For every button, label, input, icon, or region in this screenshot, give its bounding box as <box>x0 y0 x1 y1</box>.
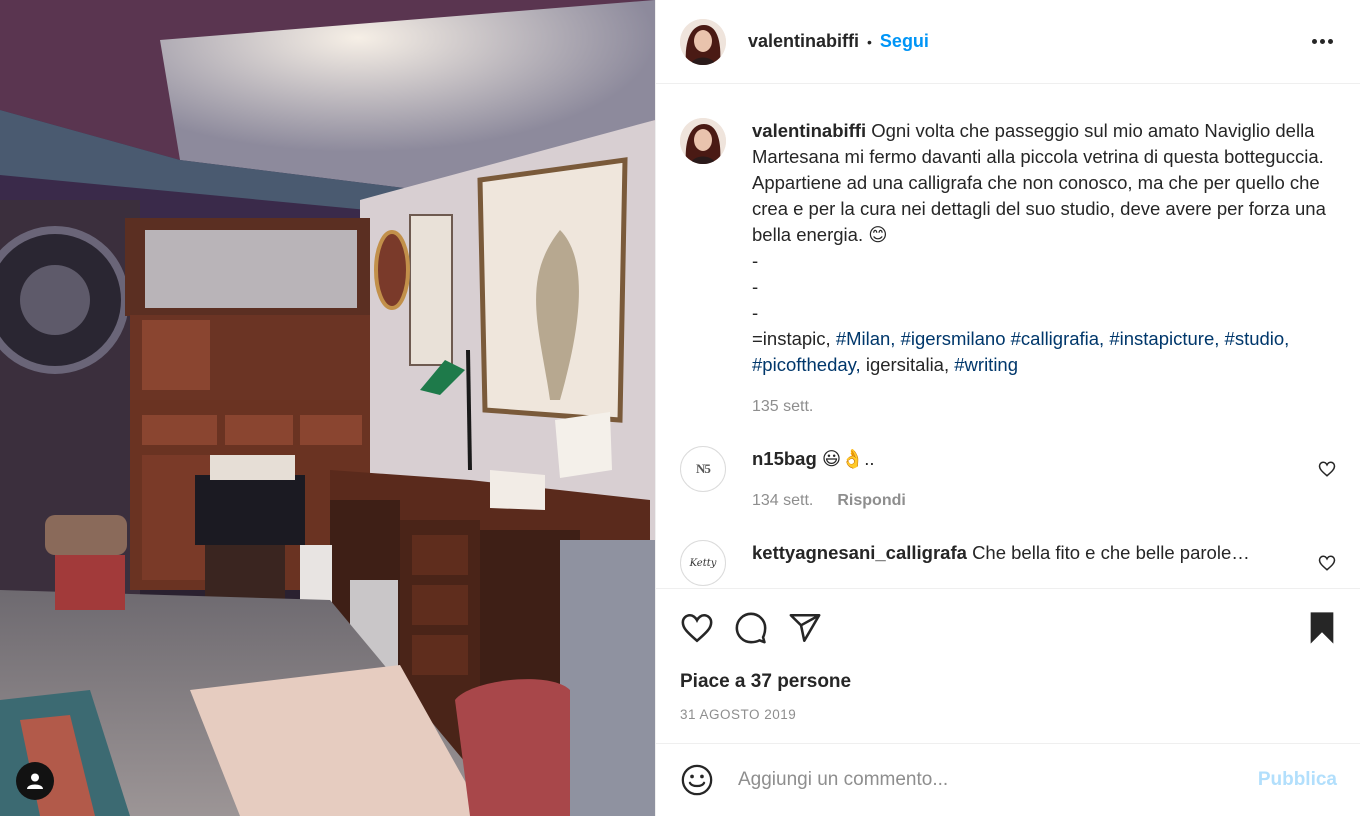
post-date[interactable]: 31 AGOSTO 2019 <box>680 707 1337 722</box>
hashtag-link[interactable]: #picoftheday, <box>752 354 861 375</box>
comment-meta: 134 sett. Rispondi <box>752 492 1336 510</box>
share-button[interactable] <box>788 611 822 645</box>
comment-like-heart-icon[interactable] <box>1318 460 1336 478</box>
hashtag-link[interactable]: #igersmilano <box>901 328 1006 349</box>
avatar[interactable] <box>680 118 726 164</box>
publish-button[interactable]: Pubblica <box>1258 769 1337 791</box>
caption-row: valentinabiffi Ogni volta che passeggio … <box>680 118 1336 416</box>
profile-photo-icon <box>680 118 726 164</box>
add-comment-bar: Pubblica <box>656 743 1360 816</box>
comment-time[interactable]: 134 sett. <box>752 492 813 509</box>
calligraphy-studio-photo <box>0 0 655 816</box>
comment-username[interactable]: n15bag <box>752 448 817 469</box>
comment-body: 😃👌.. <box>821 448 875 469</box>
user-icon <box>27 773 43 789</box>
like-button[interactable] <box>680 611 714 645</box>
post-photo[interactable] <box>0 0 655 816</box>
comment-username[interactable]: kettyagnesani_calligrafa <box>752 542 967 563</box>
caption-text: valentinabiffi Ogni volta che passeggio … <box>752 118 1336 378</box>
caption-word: igersitalia, <box>865 354 950 375</box>
comment-text: n15bag 😃👌.. <box>752 446 1336 472</box>
bookmark-icon <box>1310 612 1334 644</box>
comment-item: N5 n15bag 😃👌.. 134 sett. Rispondi <box>680 446 1336 510</box>
emoji-icon[interactable] <box>680 763 714 797</box>
avatar[interactable] <box>680 18 726 65</box>
follow-button[interactable]: Segui <box>880 31 929 52</box>
caption-dash: - <box>752 302 759 323</box>
comment-button[interactable] <box>734 611 768 645</box>
caption-word: =instapic, <box>752 328 831 349</box>
separator-dot: • <box>867 33 872 50</box>
commenter-logo: Ketty <box>689 557 717 569</box>
caption-username[interactable]: valentinabiffi <box>752 120 866 141</box>
hashtag-link[interactable]: #instapicture, <box>1109 328 1219 349</box>
post-actions: Piace a 37 persone 31 AGOSTO 2019 <box>656 588 1360 743</box>
commenter-logo: N5 <box>696 461 711 476</box>
comment-text: kettyagnesani_calligrafa Che bella fito … <box>752 540 1336 566</box>
comment-icon <box>735 612 767 644</box>
hashtag-link[interactable]: #calligrafia, <box>1011 328 1105 349</box>
profile-photo-icon <box>680 18 726 65</box>
comment-body: Che bella fito e che belle parole… <box>972 542 1250 563</box>
heart-icon <box>681 613 713 643</box>
avatar[interactable]: Ketty <box>680 540 726 586</box>
caption-hashtags: =instapic, #Milan, #igersmilano #calligr… <box>752 326 1336 378</box>
share-icon <box>789 613 821 643</box>
avatar[interactable]: N5 <box>680 446 726 492</box>
caption-time[interactable]: 135 sett. <box>752 398 1336 416</box>
tagged-users-button[interactable] <box>16 762 54 800</box>
post-details-panel: valentinabiffi • Segui valentinabiffi Og… <box>655 0 1360 816</box>
comment-like-heart-icon[interactable] <box>1318 554 1336 572</box>
comment-item: Ketty kettyagnesani_calligrafa Che bella… <box>680 540 1336 586</box>
post-author-username[interactable]: valentinabiffi <box>748 31 859 52</box>
action-icons <box>680 609 1337 647</box>
hashtag-link[interactable]: #Milan, <box>836 328 896 349</box>
comments-section: valentinabiffi Ogni volta che passeggio … <box>656 84 1360 588</box>
likes-count[interactable]: Piace a 37 persone <box>680 671 1337 693</box>
more-options-icon[interactable] <box>1308 30 1336 54</box>
caption-dash: - <box>752 250 759 271</box>
caption-dash: - <box>752 276 759 297</box>
comment-input[interactable] <box>738 769 1258 791</box>
reply-button[interactable]: Rispondi <box>837 492 905 509</box>
save-button[interactable] <box>1307 611 1337 645</box>
hashtag-link[interactable]: #writing <box>954 354 1018 375</box>
hashtag-link[interactable]: #studio, <box>1225 328 1290 349</box>
post-header: valentinabiffi • Segui <box>656 0 1360 84</box>
